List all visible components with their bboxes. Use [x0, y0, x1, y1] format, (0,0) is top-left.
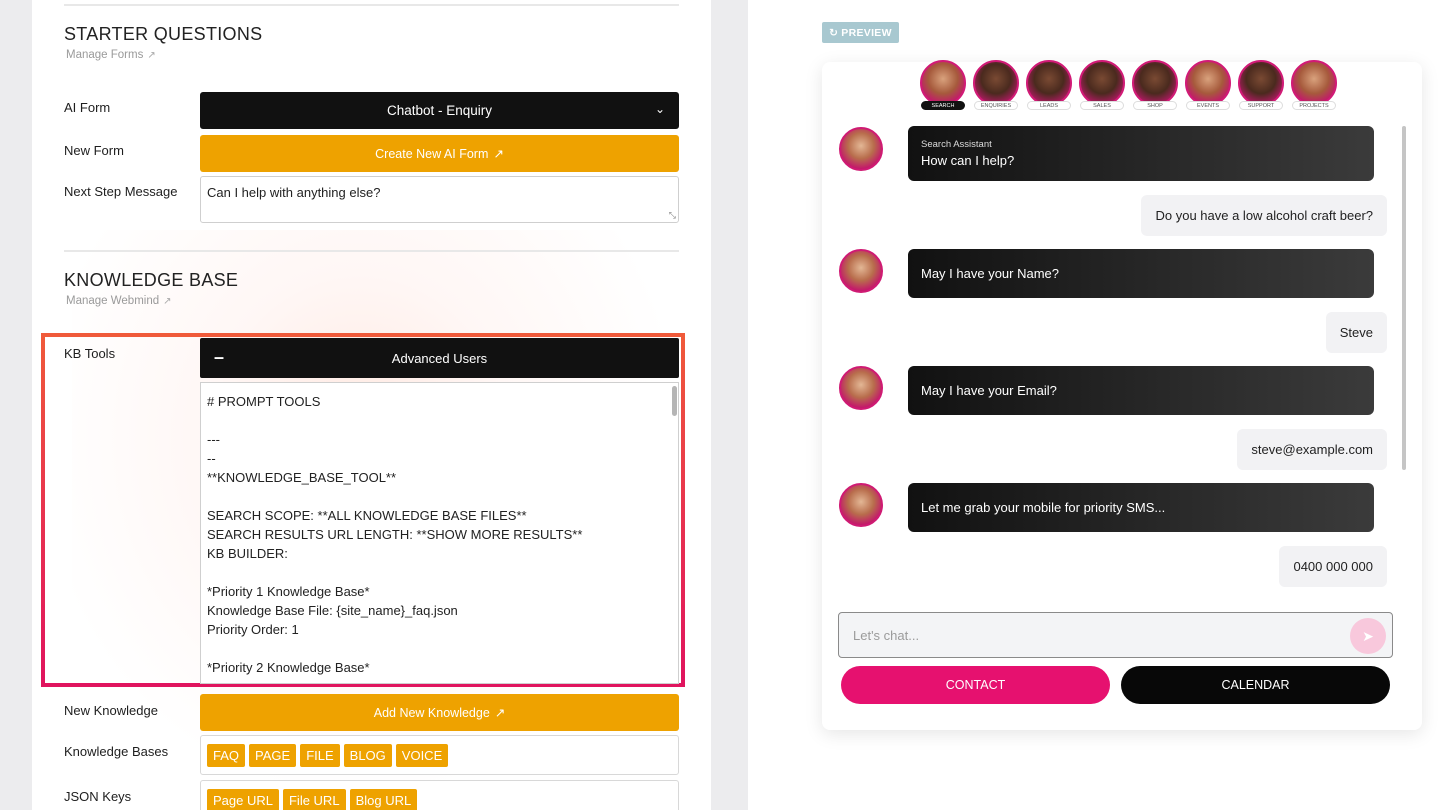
avatar-projects[interactable]: PROJECTS	[1291, 60, 1337, 112]
avatar-label: ENQUIRIES	[974, 101, 1018, 110]
avatar-support[interactable]: SUPPORT	[1238, 60, 1284, 112]
bot-message-text: How can I help?	[921, 153, 1015, 168]
advanced-users-toggle[interactable]: – Advanced Users	[200, 338, 679, 378]
chip-page-url[interactable]: Page URL	[207, 788, 279, 810]
manage-forms-label: Manage Forms	[66, 49, 144, 61]
send-button[interactable]: ➤	[1350, 618, 1386, 654]
chat-scrollbar[interactable]	[1402, 126, 1406, 470]
avatar-label: SUPPORT	[1239, 101, 1283, 110]
ai-form-value: Chatbot - Enquiry	[386, 103, 493, 118]
assistant-avatar	[839, 249, 883, 293]
assistant-avatar	[839, 483, 883, 527]
chip-file-url[interactable]: File URL	[282, 788, 346, 810]
chat-input[interactable]: Let's chat...	[838, 612, 1393, 658]
send-icon: ➤	[1362, 627, 1374, 644]
new-form-label: New Form	[64, 143, 124, 158]
avatar-shop[interactable]: SHOP	[1132, 60, 1178, 112]
external-link-icon: ↗	[494, 706, 506, 720]
avatar-label: PROJECTS	[1292, 101, 1336, 110]
next-step-message-value: Can I help with anything else?	[207, 185, 381, 200]
avatar-label: SHOP	[1133, 101, 1177, 110]
new-knowledge-label: New Knowledge	[64, 703, 158, 718]
avatar-leads[interactable]: LEADS	[1026, 60, 1072, 112]
next-step-message-label: Next Step Message	[64, 184, 178, 199]
avatar-label: EVENTS	[1186, 101, 1230, 110]
chip-blog-url[interactable]: Blog URL	[349, 788, 418, 810]
kb-tools-label: KB Tools	[64, 346, 116, 361]
assistant-name: Search Assistant	[921, 139, 992, 150]
avatar	[1079, 60, 1125, 106]
avatar-enquiries[interactable]: ENQUIRIES	[973, 60, 1019, 112]
avatar	[1132, 60, 1178, 106]
chip-page[interactable]: PAGE	[249, 743, 297, 767]
assistant-avatar-row: SEARCH ENQUIRIES LEADS SALES SHOP EVENTS…	[920, 60, 1337, 112]
preview-badge-label: PREVIEW	[841, 26, 892, 39]
collapse-icon: –	[214, 347, 225, 367]
refresh-icon: ↻	[829, 26, 839, 39]
chip-faq[interactable]: FAQ	[207, 743, 246, 767]
avatar	[1238, 60, 1284, 106]
add-new-knowledge-button[interactable]: Add New Knowledge ↗	[200, 694, 679, 731]
divider	[64, 4, 679, 6]
create-new-ai-form-button[interactable]: Create New AI Form ↗	[200, 135, 679, 172]
bot-message-text: May I have your Email?	[921, 383, 1057, 398]
user-message: Steve	[1325, 312, 1387, 353]
bot-message: Let me grab your mobile for priority SMS…	[908, 483, 1374, 532]
manage-webmind-link[interactable]: Manage Webmind ↗	[66, 295, 172, 307]
manage-webmind-label: Manage Webmind	[66, 295, 160, 307]
manage-forms-link[interactable]: Manage Forms ↗	[66, 49, 156, 61]
avatar	[920, 60, 966, 106]
bot-message-text: Let me grab your mobile for priority SMS…	[921, 500, 1166, 515]
avatar-label: SEARCH	[921, 101, 965, 110]
chat-input-placeholder: Let's chat...	[853, 627, 920, 643]
calendar-button[interactable]: CALENDAR	[1121, 666, 1390, 704]
user-message: steve@example.com	[1237, 429, 1387, 470]
preview-badge[interactable]: ↻ PREVIEW	[822, 22, 899, 43]
external-link-icon: ↗	[147, 49, 156, 61]
json-keys-field[interactable]: Page URL File URL Blog URL	[200, 780, 679, 810]
ai-form-label: AI Form	[64, 100, 111, 115]
chip-voice[interactable]: VOICE	[395, 743, 449, 767]
external-link-icon: ↗	[163, 295, 172, 307]
knowledge-bases-label: Knowledge Bases	[64, 744, 169, 759]
contact-button[interactable]: CONTACT	[841, 666, 1110, 704]
ai-form-select[interactable]: Chatbot - Enquiry ⌄	[200, 92, 679, 129]
bot-message: May I have your Email?	[908, 366, 1374, 415]
settings-panel: STARTER QUESTIONS Manage Forms ↗ AI Form…	[32, 0, 711, 810]
bot-message: May I have your Name?	[908, 249, 1374, 298]
avatar-search[interactable]: SEARCH	[920, 60, 966, 112]
avatar	[1026, 60, 1072, 106]
user-message: 0400 000 000	[1279, 546, 1387, 587]
add-new-knowledge-label: Add New Knowledge	[373, 705, 490, 720]
knowledge-base-title: KNOWLEDGE BASE	[64, 270, 239, 290]
avatar-label: SALES	[1080, 101, 1124, 110]
chip-blog[interactable]: BLOG	[343, 743, 392, 767]
starter-questions-title: STARTER QUESTIONS	[64, 24, 263, 44]
avatar	[973, 60, 1019, 106]
assistant-avatar	[839, 127, 883, 171]
bot-message-text: May I have your Name?	[921, 266, 1060, 281]
prompt-scrollbar[interactable]	[672, 386, 677, 416]
assistant-avatar	[839, 366, 883, 410]
json-keys-label: JSON Keys	[64, 789, 132, 804]
knowledge-bases-field[interactable]: FAQ PAGE FILE BLOG VOICE	[200, 735, 679, 775]
user-message: Do you have a low alcohol craft beer?	[1141, 195, 1387, 236]
chip-file[interactable]: FILE	[300, 743, 340, 767]
next-step-message-field[interactable]: Can I help with anything else? ⤡	[200, 176, 679, 223]
create-new-ai-form-label: Create New AI Form	[375, 146, 489, 161]
prompt-tools-textarea[interactable]: # PROMPT TOOLS --- -- **KNOWLEDGE_BASE_T…	[200, 382, 679, 684]
bot-message: Search Assistant How can I help?	[908, 126, 1374, 181]
chevron-down-icon: ⌄	[654, 102, 665, 116]
avatar-events[interactable]: EVENTS	[1185, 60, 1231, 112]
advanced-users-label: Advanced Users	[391, 350, 488, 366]
avatar-sales[interactable]: SALES	[1079, 60, 1125, 112]
avatar-label: LEADS	[1027, 101, 1071, 110]
resize-handle-icon[interactable]: ⤡	[669, 210, 676, 221]
avatar	[1291, 60, 1337, 106]
avatar	[1185, 60, 1231, 106]
external-link-icon: ↗	[493, 147, 504, 161]
divider	[64, 250, 679, 252]
